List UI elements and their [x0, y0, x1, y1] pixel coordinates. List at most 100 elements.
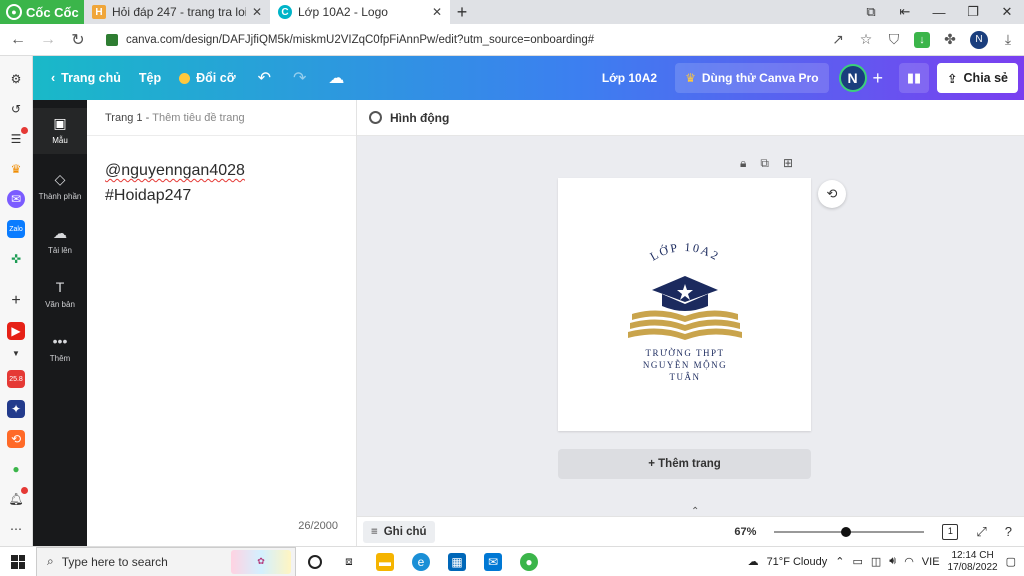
- resize-button[interactable]: Đổi cỡ: [179, 71, 236, 85]
- notes-textarea[interactable]: @nguyenngan4028 #Hoidap247: [87, 136, 356, 230]
- notification-bell-icon[interactable]: 🔔︎: [7, 487, 28, 508]
- sidebar-item-more[interactable]: ••• Thêm: [33, 326, 87, 372]
- coccoc-map-icon[interactable]: ●: [7, 460, 25, 478]
- address-bar[interactable]: canva.com/design/DAFJjfiQM5k/miskmU2VIZq…: [98, 27, 820, 53]
- header-right: Lớp 10A2 ♛ Dùng thử Canva Pro N + ▮▮ ⇪ C…: [602, 56, 1024, 100]
- tab-hoidap247[interactable]: H Hỏi đáp 247 - trang tra loi ✕: [84, 0, 270, 24]
- zoom-slider-knob[interactable]: [841, 526, 852, 537]
- history-icon[interactable]: ↺: [7, 100, 25, 118]
- task-view-icon[interactable]: ⧈: [340, 553, 358, 571]
- reload-icon[interactable]: ↻: [68, 30, 88, 50]
- back-history-icon[interactable]: ⇤: [888, 4, 922, 20]
- wifi-icon[interactable]: ◠: [904, 555, 914, 568]
- shield-icon[interactable]: ⛉: [886, 31, 902, 48]
- close-tab-icon[interactable]: ✕: [432, 5, 442, 19]
- sidebar-item-text[interactable]: T Văn bản: [33, 272, 87, 318]
- comment-button[interactable]: ⟲: [818, 180, 846, 208]
- url-text: canva.com/design/DAFJjfiQM5k/miskmU2VIZq…: [126, 33, 595, 46]
- lock-icon[interactable]: 🔒︎: [740, 156, 746, 171]
- canva-bottom-bar: ≡ Ghi chú 67% 1 ⤢ ?: [357, 516, 1024, 546]
- share-page-icon[interactable]: ↗: [830, 31, 846, 48]
- store-icon[interactable]: ▦: [448, 552, 466, 571]
- messenger-icon[interactable]: ✉: [7, 190, 25, 208]
- restore-icon[interactable]: ❐: [956, 4, 990, 20]
- zoom-percent[interactable]: 67%: [734, 526, 756, 538]
- downloads-tray-icon[interactable]: ⤓: [1000, 31, 1016, 48]
- close-window-icon[interactable]: ✕: [990, 4, 1024, 20]
- start-button[interactable]: [0, 554, 36, 569]
- share-button[interactable]: ⇪ Chia sẻ: [937, 63, 1018, 93]
- notes-button[interactable]: ≡ Ghi chú: [363, 520, 435, 543]
- sidebar-item-label: Văn bản: [45, 300, 75, 309]
- app-shortcut-icon[interactable]: ✦: [7, 400, 25, 418]
- notifications-icon[interactable]: ▢: [1006, 555, 1016, 568]
- edge-icon[interactable]: e: [412, 552, 430, 571]
- sidebar-item-templates[interactable]: ▣ Mẫu: [33, 108, 87, 154]
- page-title-input[interactable]: Thêm tiêu đề trang: [152, 112, 244, 124]
- tab-title: Hỏi đáp 247 - trang tra loi: [112, 5, 246, 19]
- add-shortcut-icon[interactable]: +: [7, 292, 25, 310]
- volume-icon[interactable]: 🔊︎: [889, 555, 896, 568]
- home-link[interactable]: ‹ Trang chủ: [51, 71, 121, 85]
- coccoc-brand[interactable]: ● Cốc Cốc: [0, 0, 84, 24]
- calendar-shortcut-icon[interactable]: 25.8: [7, 370, 25, 388]
- try-pro-button[interactable]: ♛ Dùng thử Canva Pro: [675, 63, 829, 93]
- settings-gear-icon[interactable]: ⚙: [7, 70, 25, 88]
- user-avatar[interactable]: N: [838, 64, 867, 92]
- more-options-icon[interactable]: ⋯: [7, 520, 25, 538]
- download-icon[interactable]: ↓: [914, 31, 930, 48]
- profile-avatar[interactable]: N: [970, 30, 988, 49]
- screenshot-icon[interactable]: ⧉: [854, 4, 888, 20]
- page-count-button[interactable]: 1: [942, 523, 959, 540]
- sidebar-item-uploads[interactable]: ☁ Tải lên: [33, 218, 87, 264]
- reading-list-icon[interactable]: ☰: [7, 127, 28, 148]
- design-page[interactable]: LỚP 10A2 TRƯỜNG THPT NGUYỄN MỘNG TUÂN: [558, 178, 811, 431]
- add-page-icon[interactable]: ⊞: [783, 156, 793, 171]
- network-icon[interactable]: ◫: [871, 555, 881, 568]
- new-tab-button[interactable]: +: [450, 0, 474, 24]
- hoidap-favicon-icon: H: [92, 5, 106, 19]
- back-arrow-icon[interactable]: ←: [8, 31, 28, 49]
- animate-button[interactable]: Hình động: [390, 111, 449, 125]
- zoom-controls: 67% 1 ⤢ ?: [734, 523, 1012, 540]
- youtube-icon[interactable]: ▶: [7, 322, 25, 340]
- file-explorer-icon[interactable]: ▬: [376, 552, 394, 571]
- game-controller-icon[interactable]: ✜: [7, 250, 25, 268]
- shopping-icon[interactable]: ⟲: [7, 430, 25, 448]
- language-indicator[interactable]: VIE: [922, 556, 940, 568]
- close-tab-icon[interactable]: ✕: [252, 5, 262, 19]
- help-icon[interactable]: ?: [1005, 524, 1012, 539]
- battery-icon[interactable]: ▭: [852, 555, 862, 568]
- duplicate-page-icon[interactable]: ⧉: [760, 156, 769, 171]
- add-page-button[interactable]: + Thêm trang: [558, 449, 811, 479]
- crown-icon[interactable]: ♛: [7, 160, 25, 178]
- undo-icon[interactable]: ↶: [258, 68, 271, 88]
- file-menu[interactable]: Tệp: [139, 71, 161, 85]
- site-secure-icon[interactable]: [106, 33, 118, 46]
- fullscreen-icon[interactable]: ⤢: [976, 524, 986, 540]
- project-name[interactable]: Lớp 10A2: [602, 71, 657, 85]
- browser-side-rail: ⚙ ↺ ☰ ♛ ✉ Zalo ✜ + ▶ ▼ 25.8 ✦ ⟲ ● 🔔︎ ⋯: [0, 56, 33, 546]
- zalo-icon[interactable]: Zalo: [7, 220, 25, 238]
- expand-chevron-icon[interactable]: ▼: [7, 344, 25, 362]
- mail-icon[interactable]: ✉: [484, 552, 502, 571]
- tray-chevron-icon[interactable]: ⌃: [835, 555, 844, 568]
- cortana-icon[interactable]: [308, 554, 322, 569]
- redo-icon[interactable]: ↷: [293, 68, 306, 88]
- taskbar-search-box[interactable]: ⌕ Type here to search ✿: [36, 546, 296, 576]
- tab-canva-logo[interactable]: C Lớp 10A2 - Logo ✕: [270, 0, 450, 24]
- canva-favicon-icon: C: [278, 5, 292, 19]
- coccoc-taskbar-icon[interactable]: ●: [520, 552, 538, 571]
- add-collaborator-icon[interactable]: +: [873, 68, 884, 89]
- sidebar-item-elements[interactable]: ◇ Thành phần: [33, 164, 87, 210]
- bookmark-star-icon[interactable]: ☆: [858, 31, 874, 48]
- minimize-icon[interactable]: —: [922, 5, 956, 20]
- cloud-saved-icon[interactable]: ☁: [328, 68, 344, 88]
- insights-button[interactable]: ▮▮: [899, 63, 930, 93]
- zoom-slider[interactable]: [774, 526, 925, 537]
- weather-text[interactable]: 71°F Cloudy: [767, 556, 828, 568]
- logo-graphic: LỚP 10A2 TRƯỜNG THPT NGUYỄN MỘNG TUÂN: [628, 240, 742, 382]
- extensions-icon[interactable]: ✤: [942, 31, 958, 48]
- forward-arrow-icon[interactable]: →: [38, 31, 58, 49]
- clock[interactable]: 12:14 CH 17/08/2022: [948, 550, 998, 574]
